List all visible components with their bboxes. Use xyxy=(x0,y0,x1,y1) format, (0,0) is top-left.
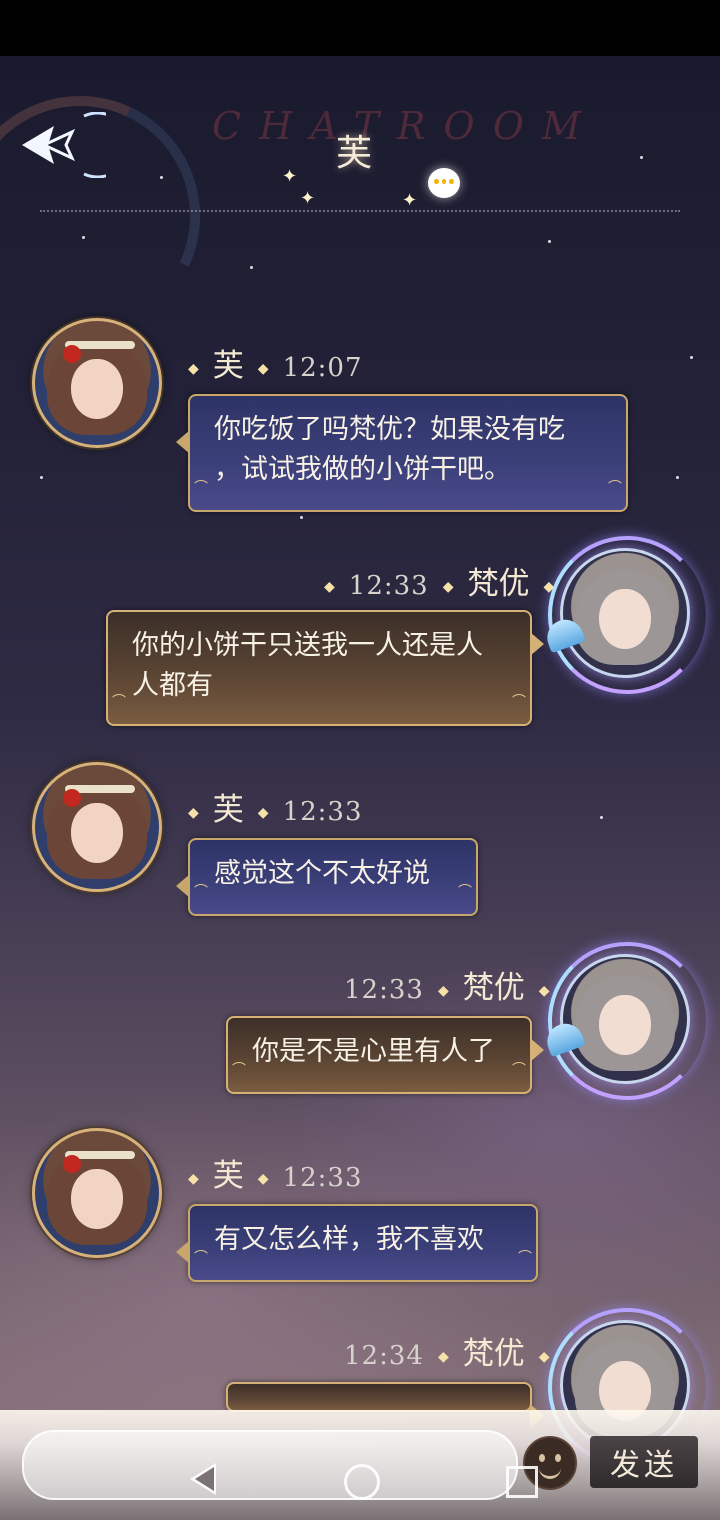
message-line: 有又怎么样，我不喜欢 xyxy=(214,1224,484,1255)
star-decoration xyxy=(600,816,603,819)
message-meta: ◆ 芙 ◆ 12:33 xyxy=(174,784,363,829)
sparkle-icon: ✦ xyxy=(300,188,316,209)
sender-name: 芙 xyxy=(212,348,244,384)
message-meta: 12:34 ◆ 梵优 ◆ xyxy=(310,1328,564,1373)
sender-name: 芙 xyxy=(212,792,244,828)
star-decoration xyxy=(160,176,163,179)
star-decoration xyxy=(690,356,693,359)
square-recent-icon[interactable] xyxy=(506,1466,538,1498)
sparkle-icon: ✦ xyxy=(402,190,418,211)
chat-bubble-icon xyxy=(428,168,460,198)
sender-name: 梵优 xyxy=(462,1336,525,1372)
star-decoration xyxy=(548,240,551,243)
header-divider xyxy=(40,210,680,212)
send-button[interactable]: 发送 xyxy=(590,1436,698,1488)
message-time: 12:33 xyxy=(282,797,363,827)
message-meta: ◆ 12:33 ◆ 梵优 ◆ xyxy=(310,558,568,603)
message-meta: ◆ 芙 ◆ 12:07 xyxy=(174,340,363,385)
circle-home-icon[interactable] xyxy=(344,1464,380,1500)
star-decoration xyxy=(640,156,643,159)
avatar-fu[interactable] xyxy=(32,1128,162,1258)
diamond-icon: ◆ xyxy=(188,1171,199,1187)
message-time: 12:33 xyxy=(348,571,429,601)
avatar-fu[interactable] xyxy=(32,762,162,892)
star-decoration xyxy=(40,476,43,479)
message-bubble: 感觉这个不太好说 ⌒ ⌒ xyxy=(176,838,478,916)
chatroom-watermark: CHATROOM xyxy=(212,104,599,148)
message-line: 你是不是心里有人了 xyxy=(252,1036,495,1067)
message-bubble: 你的小饼干只送我一人还是人 人都有 ⌒ ⌒ xyxy=(106,610,544,726)
star-decoration xyxy=(250,266,253,269)
diamond-icon: ◆ xyxy=(257,1171,269,1187)
message-bubble: 你吃饭了吗梵优？如果没有吃 ，试试我做的小饼干吧。 ⌒ ⌒ xyxy=(176,394,628,512)
message-time: 12:07 xyxy=(282,353,363,383)
star-decoration xyxy=(82,236,85,239)
diamond-icon: ◆ xyxy=(437,1349,449,1365)
avatar-fanyou[interactable] xyxy=(560,954,690,1084)
message-input[interactable] xyxy=(22,1430,518,1500)
sender-name: 芙 xyxy=(212,1158,244,1194)
back-arrow-icon xyxy=(22,111,132,179)
sparkle-icon: ✦ xyxy=(282,166,298,187)
star-decoration xyxy=(676,476,679,479)
message-line: 你吃饭了吗梵优？如果没有吃 xyxy=(214,414,565,445)
sender-name: 梵优 xyxy=(462,970,525,1006)
avatar-fu[interactable] xyxy=(32,318,162,448)
diamond-icon: ◆ xyxy=(437,983,449,999)
diamond-icon: ◆ xyxy=(257,361,269,377)
message-bubble: 你是不是心里有人了 ⌒ ⌒ xyxy=(226,1016,544,1094)
diamond-icon: ◆ xyxy=(442,579,454,595)
diamond-icon: ◆ xyxy=(324,579,335,595)
back-button[interactable] xyxy=(14,111,132,179)
diamond-icon: ◆ xyxy=(257,805,269,821)
chat-title: 芙 xyxy=(336,133,373,174)
message-meta: 12:33 ◆ 梵优 ◆ xyxy=(310,962,564,1007)
diamond-icon: ◆ xyxy=(538,1349,550,1365)
avatar-fanyou[interactable] xyxy=(560,548,690,678)
message-line: 你的小饼干只送我一人还是人 xyxy=(132,630,483,661)
diamond-icon: ◆ xyxy=(188,361,199,377)
triangle-back-icon[interactable] xyxy=(186,1463,216,1495)
message-bubble xyxy=(226,1382,544,1428)
diamond-icon: ◆ xyxy=(543,579,555,595)
message-line: 感觉这个不太好说 xyxy=(214,858,430,889)
message-time: 12:33 xyxy=(344,975,424,1005)
message-time: 12:33 xyxy=(282,1163,363,1193)
message-time: 12:34 xyxy=(344,1341,424,1371)
message-line: 人都有 xyxy=(132,670,213,701)
diamond-icon: ◆ xyxy=(188,805,199,821)
diamond-icon: ◆ xyxy=(538,983,550,999)
sender-name: 梵优 xyxy=(467,566,530,602)
message-meta: ◆ 芙 ◆ 12:33 xyxy=(174,1150,363,1195)
message-bubble: 有又怎么样，我不喜欢 ⌒ ⌒ xyxy=(176,1204,538,1282)
message-line: ，试试我做的小饼干吧。 xyxy=(214,454,511,485)
star-decoration xyxy=(300,516,303,519)
